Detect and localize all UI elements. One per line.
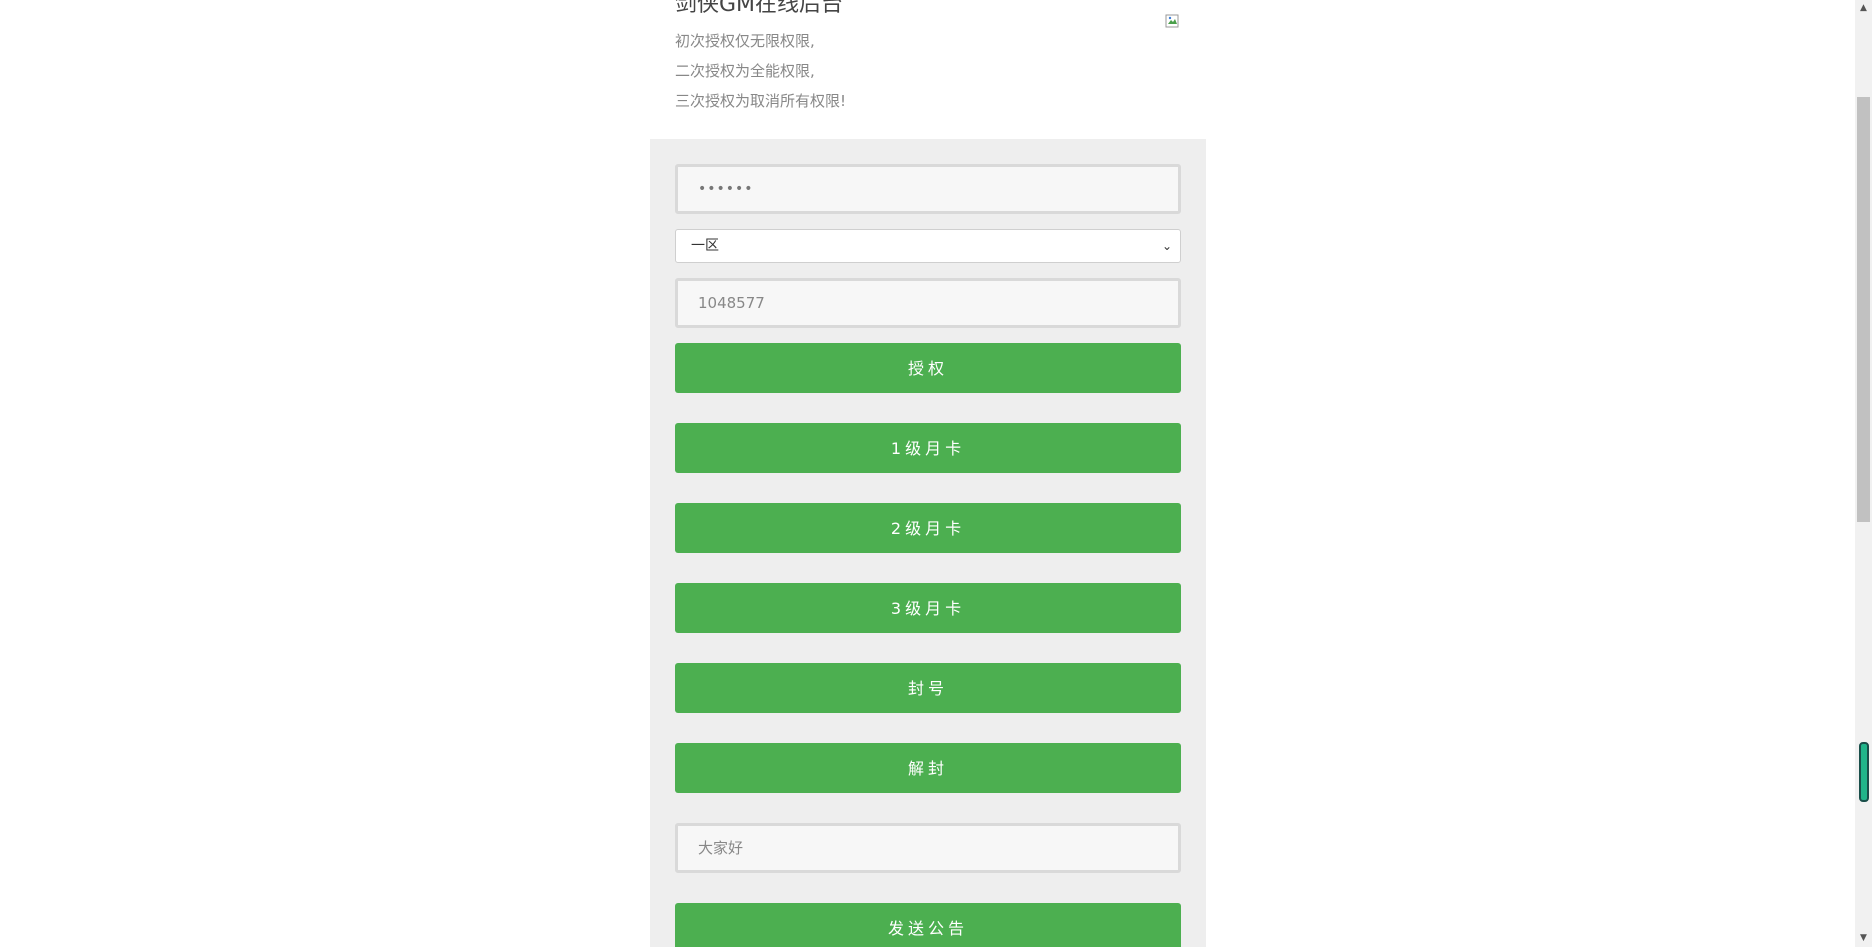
header: 剑侠GM在线后台 初次授权仅无限权限, 二次授权为全能权限, 三次授权为取消所有… [650,0,1206,139]
gm-form-panel: •••••• 一区 ⌄ 1048577 授权 1级月卡 2级月卡 3级月卡 封号… [650,139,1206,947]
scroll-down-icon[interactable]: ▼ [1855,930,1872,947]
announcement-input[interactable]: 大家好 [675,823,1181,873]
player-id-input[interactable]: 1048577 [675,278,1181,328]
authorize-button[interactable]: 授权 [675,343,1181,393]
chevron-down-icon: ⌄ [1161,239,1172,253]
side-widget-handle[interactable] [1859,742,1869,802]
monthly-card-3-button[interactable]: 3级月卡 [675,583,1181,633]
scroll-thumb[interactable] [1857,97,1870,522]
broken-image-icon [1165,14,1179,28]
monthly-card-2-button[interactable]: 2级月卡 [675,503,1181,553]
server-select-value: 一区 [691,238,719,254]
notice-line-1: 初次授权仅无限权限, [675,32,815,50]
monthly-card-1-button[interactable]: 1级月卡 [675,423,1181,473]
notice-line-3: 三次授权为取消所有权限! [675,92,847,110]
ban-button[interactable]: 封号 [675,663,1181,713]
notice-line-2: 二次授权为全能权限, [675,62,815,80]
password-field[interactable]: •••••• [675,164,1181,214]
page: 剑侠GM在线后台 初次授权仅无限权限, 二次授权为全能权限, 三次授权为取消所有… [0,0,1872,947]
page-title: 剑侠GM在线后台 [675,0,844,17]
server-select[interactable]: 一区 ⌄ [675,229,1181,263]
send-announcement-button[interactable]: 发送公告 [675,903,1181,947]
scroll-up-icon[interactable]: ▲ [1855,0,1872,17]
vertical-scrollbar[interactable]: ▲ ▼ [1855,0,1872,947]
unban-button[interactable]: 解封 [675,743,1181,793]
